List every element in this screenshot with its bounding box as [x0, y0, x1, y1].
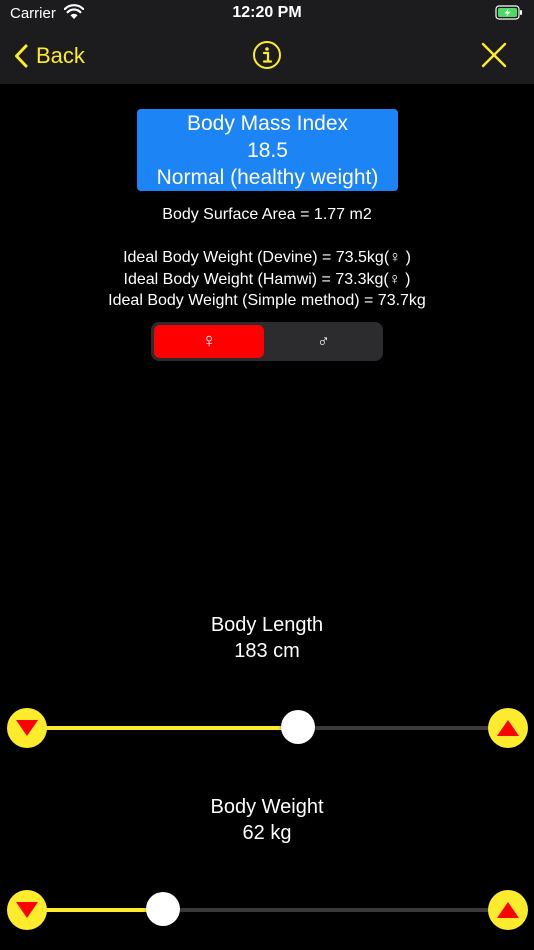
bmi-title: Body Mass Index: [186, 112, 349, 135]
length-slider-fill: [42, 726, 298, 730]
weight-label: Body Weight: [210, 796, 324, 818]
ideal-weight-hamwi: Ideal Body Weight (Hamwi) = 73.3kg(♀ ): [123, 271, 411, 288]
chevron-left-icon: [15, 44, 28, 68]
male-segment[interactable]: ♂: [267, 325, 380, 358]
ideal-weight-simple: Ideal Body Weight (Simple method) = 73.7…: [108, 292, 426, 309]
weight-decrease-button[interactable]: [7, 890, 47, 930]
length-slider-thumb[interactable]: [280, 710, 315, 744]
weight-slider-fill: [42, 908, 164, 912]
navigation-bar: Back: [0, 30, 534, 84]
length-value: 183 cm: [234, 640, 300, 662]
back-button[interactable]: Back: [14, 39, 85, 73]
status-bar: Carrier 12:20 PM: [0, 0, 534, 30]
body-surface-area: Body Surface Area = 1.77 m2: [162, 206, 372, 223]
back-button-label: Back: [36, 43, 85, 68]
triangle-up-icon: [497, 902, 519, 918]
triangle-down-icon: [16, 720, 38, 736]
bmi-category: Normal (healthy weight): [156, 166, 379, 189]
triangle-down-icon: [16, 902, 38, 918]
male-symbol-icon: ♂: [317, 331, 330, 351]
info-circle-icon[interactable]: [252, 40, 282, 70]
bmi-result-box: Body Mass Index 18.5 Normal (healthy wei…: [137, 109, 398, 191]
weight-increase-button[interactable]: [488, 890, 528, 930]
triangle-up-icon: [497, 720, 519, 736]
weight-value: 62 kg: [242, 822, 292, 844]
length-decrease-button[interactable]: [7, 708, 47, 748]
length-increase-button[interactable]: [488, 708, 528, 748]
bmi-value: 18.5: [247, 139, 288, 162]
female-symbol-icon: ♀: [201, 330, 217, 352]
ideal-weight-devine: Ideal Body Weight (Devine) = 73.5kg(♀ ): [123, 249, 411, 266]
female-segment[interactable]: ♀: [154, 325, 264, 358]
weight-slider-thumb[interactable]: [146, 892, 181, 926]
status-time: 12:20 PM: [232, 4, 302, 21]
close-icon[interactable]: [481, 42, 507, 68]
battery-charging-icon: [495, 5, 523, 26]
length-label: Body Length: [210, 614, 324, 636]
sex-segmented-control: ♀ ♂: [151, 322, 383, 361]
